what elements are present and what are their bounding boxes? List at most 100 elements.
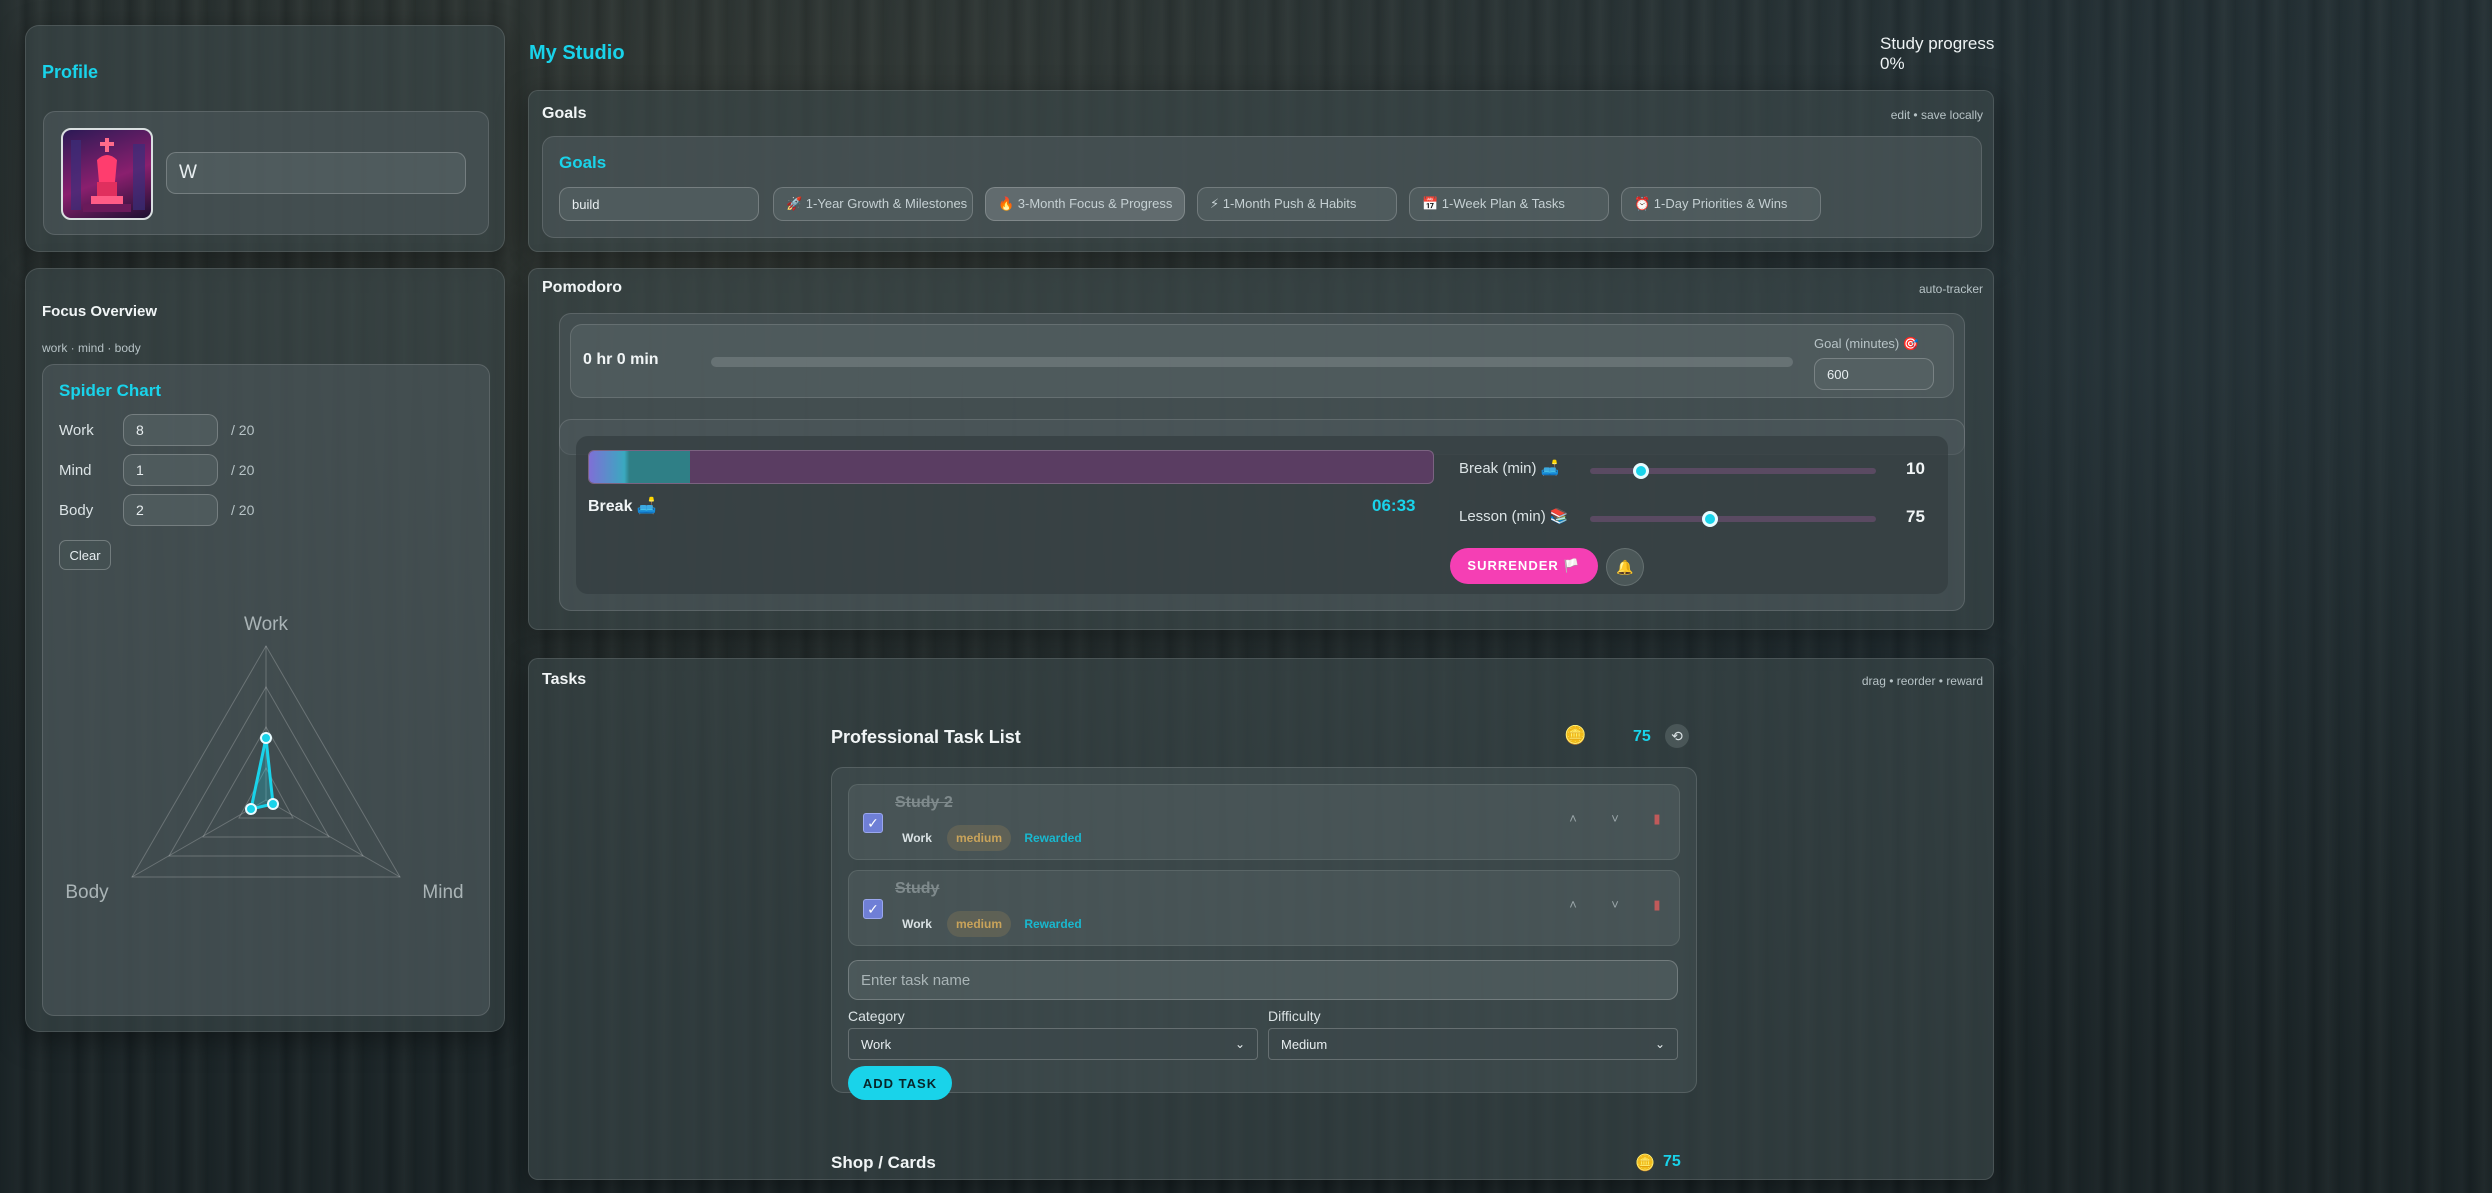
goal-chip-1-day[interactable]: ⏰ 1-Day Priorities & Wins <box>1621 187 1821 221</box>
shop-coin-icon: 🪙 <box>1635 1155 1655 1172</box>
difficulty-select[interactable]: Medium ⌄ <box>1268 1028 1678 1060</box>
goals-card: Goals build 🚀 1-Year Growth & Milestones… <box>542 136 1982 238</box>
mind-point <box>267 798 279 810</box>
goals-title: Goals <box>542 105 587 122</box>
shop-title: Shop / Cards <box>831 1153 936 1172</box>
task-category-tag: Work <box>902 917 932 931</box>
focus-overview-panel: Focus Overview work · mind · body Spider… <box>25 268 505 1032</box>
tasks-title: Tasks <box>542 671 587 688</box>
goal-minutes-input[interactable]: 600 <box>1814 358 1934 390</box>
focus-overview-title: Focus Overview <box>42 303 158 320</box>
app-title: My Studio <box>529 42 625 64</box>
shop-coin-balance: 75 <box>1663 1153 1681 1170</box>
focus-total-progress-track <box>711 357 1793 367</box>
task-name: Study 2 <box>895 794 953 811</box>
axis-work-label: Work <box>244 614 288 635</box>
category-select[interactable]: Work ⌄ <box>848 1028 1258 1060</box>
body-max: / 20 <box>231 502 255 518</box>
profile-name-input[interactable]: W <box>166 152 466 194</box>
task-list-title: Professional Task List <box>831 727 1021 747</box>
pomodoro-hint: auto-tracker <box>1918 282 1983 296</box>
axis-body-label: Body <box>65 882 109 903</box>
difficulty-selected-value: Medium <box>1281 1036 1328 1052</box>
focus-overview-subtitle: work · mind · body <box>42 341 141 355</box>
timer-countdown: 06:33 <box>1372 496 1416 515</box>
goals-hint: edit • save locally <box>1890 108 1983 122</box>
chevron-down-icon: ⌄ <box>1234 1037 1245 1051</box>
goal-minutes-label: Goal (minutes) 🎯 <box>1814 336 1920 351</box>
clear-button[interactable]: Clear <box>59 540 111 570</box>
goal-chip-1-month[interactable]: ⚡ 1-Month Push & Habits <box>1197 187 1397 221</box>
timer-mode-label: Break 🛋️ <box>588 498 657 515</box>
lesson-slider-thumb[interactable] <box>1702 511 1719 527</box>
pomodoro-timer-inner: Break 🛋️ 06:33 Break (min) 🛋️ 10 Lesson … <box>576 436 1948 594</box>
avatar[interactable] <box>61 128 153 220</box>
task-name: Study <box>895 880 940 897</box>
category-label: Category <box>848 1008 905 1024</box>
body-point <box>245 803 257 815</box>
lesson-minutes-value: 75 <box>1906 507 1925 526</box>
move-down-icon[interactable]: ˅ <box>1605 897 1625 912</box>
mind-max: / 20 <box>231 462 255 478</box>
lesson-minutes-label: Lesson (min) 📚 <box>1459 508 1569 525</box>
work-point <box>260 732 272 744</box>
goals-inner-title: Goals <box>559 153 607 172</box>
delete-icon[interactable]: ▮ <box>1647 811 1667 827</box>
task-list-card: ✓ Study 2 Work medium Rewarded ˄ ˅ ▮ ✓ S… <box>831 767 1697 1100</box>
goal-chip-1-week[interactable]: 📅 1-Week Plan & Tasks <box>1409 187 1609 221</box>
task-status-tag: Rewarded <box>1024 831 1082 845</box>
goal-input[interactable]: build <box>559 187 759 221</box>
timer-progress-fill <box>589 451 691 483</box>
break-slider-thumb[interactable] <box>1633 463 1650 479</box>
task-name-input[interactable]: Enter task name <box>848 960 1678 1000</box>
goals-panel: Goals edit • save locally Goals build 🚀 … <box>528 90 1994 252</box>
chess-king-icon <box>71 138 145 212</box>
mind-score-input[interactable]: 1 <box>123 454 218 486</box>
delete-icon[interactable]: ▮ <box>1647 897 1667 913</box>
axis-mind-label: Mind <box>422 882 463 903</box>
break-minutes-value: 10 <box>1906 459 1925 478</box>
goal-chip-3-month[interactable]: 🔥 3-Month Focus & Progress <box>985 187 1185 221</box>
break-minutes-label: Break (min) 🛋️ <box>1459 460 1560 477</box>
pomodoro-title: Pomodoro <box>542 279 622 296</box>
spider-chart-title: Spider Chart <box>59 381 162 400</box>
spider-data-area <box>249 737 275 811</box>
task-difficulty-tag: medium <box>947 911 1011 937</box>
move-up-icon[interactable]: ˄ <box>1563 897 1583 912</box>
task-item[interactable]: ✓ Study Work medium Rewarded ˄ ˅ ▮ <box>848 870 1680 946</box>
surrender-button[interactable]: SURRENDER 🏳️ <box>1450 548 1598 584</box>
work-label: Work <box>59 422 94 439</box>
task-item[interactable]: ✓ Study 2 Work medium Rewarded ˄ ˅ ▮ <box>848 784 1680 860</box>
profile-card: W <box>43 111 489 235</box>
work-score-input[interactable]: 8 <box>123 414 218 446</box>
profile-title: Profile <box>42 62 99 82</box>
add-task-button[interactable]: ADD TASK <box>848 1066 952 1100</box>
profile-panel: Profile W <box>25 25 505 252</box>
coin-icon: 🪙 <box>1564 725 1587 745</box>
task-checkbox[interactable]: ✓ <box>863 899 883 919</box>
bell-icon[interactable]: 🔔 <box>1606 548 1644 586</box>
reset-icon[interactable]: ⟲ <box>1665 724 1689 748</box>
tasks-hint: drag • reorder • reward <box>1861 674 1983 688</box>
chevron-down-icon: ⌄ <box>1654 1037 1665 1051</box>
difficulty-label: Difficulty <box>1268 1008 1321 1024</box>
move-down-icon[interactable]: ˅ <box>1605 811 1625 826</box>
body-score-input[interactable]: 2 <box>123 494 218 526</box>
move-up-icon[interactable]: ˄ <box>1563 811 1583 826</box>
focus-total-bar: 0 hr 0 min Goal (minutes) 🎯 600 <box>570 324 1954 398</box>
goal-chip-1-year[interactable]: 🚀 1-Year Growth & Milestones <box>773 187 973 221</box>
task-status-tag: Rewarded <box>1024 917 1082 931</box>
tasks-panel: Tasks drag • reorder • reward Profession… <box>528 658 1994 1180</box>
coin-balance: 75 <box>1633 728 1651 745</box>
pomodoro-panel: Pomodoro auto-tracker 0 hr 0 min Goal (m… <box>528 268 1994 630</box>
study-progress-label: Study progress <box>1880 34 1995 53</box>
task-difficulty-tag: medium <box>947 825 1011 851</box>
body-label: Body <box>59 502 94 519</box>
spider-chart: Work Body Mind <box>65 614 463 903</box>
lesson-minutes-slider[interactable] <box>1590 516 1876 522</box>
task-checkbox[interactable]: ✓ <box>863 813 883 833</box>
study-progress-value: 0% <box>1880 54 1905 73</box>
pomodoro-timer-card: Break 🛋️ 06:33 Break (min) 🛋️ 10 Lesson … <box>559 419 1965 611</box>
spider-chart-card: Spider Chart Work 8 / 20 Mind 1 / 20 Bod… <box>42 364 490 1016</box>
mind-label: Mind <box>59 462 92 479</box>
